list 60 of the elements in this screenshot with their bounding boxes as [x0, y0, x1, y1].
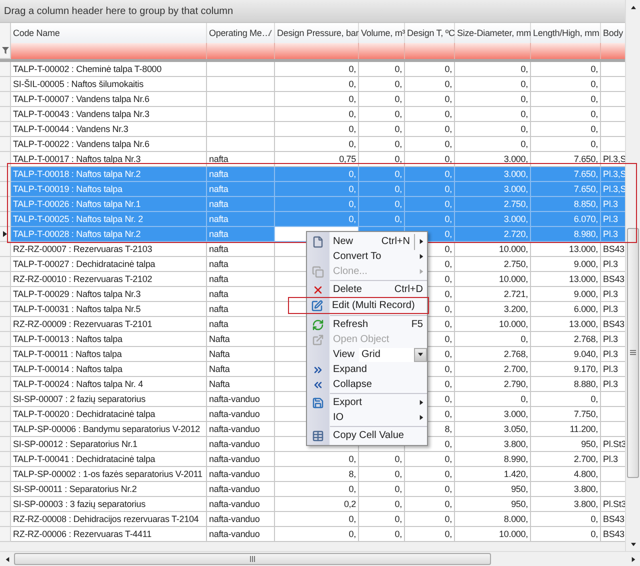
column-header[interactable]: Design Pressure, bar	[275, 23, 359, 43]
scroll-thumb[interactable]	[14, 553, 491, 565]
grip-icon	[630, 350, 636, 356]
delete-icon	[312, 284, 324, 296]
window-icon	[312, 334, 324, 346]
scroll-thumb[interactable]	[627, 228, 639, 478]
table-row[interactable]: SI-SP-00011 : Separatorius Nr.2 nafta-vanduo 0, 0, 0, 950, 3.800,	[0, 482, 625, 497]
scroll-left-icon	[4, 556, 10, 562]
menu-label: View	[332, 349, 354, 360]
table-row[interactable]: TALP-T-00002 : Cheminė talpa T-8000 0, 0, 0, 0, 0,	[0, 62, 625, 77]
column-header[interactable]: Length/High, mm	[531, 23, 601, 43]
current-row-icon	[2, 231, 8, 237]
table-row[interactable]: TALP-T-00007 : Vandens talpa Nr.6 0, 0, 0, 0, 0,	[0, 92, 625, 107]
submenu-arrow-icon	[418, 400, 424, 405]
column-header[interactable]: Design T, ºC	[405, 23, 455, 43]
filter-cell[interactable]	[405, 43, 455, 59]
refresh-icon	[312, 318, 324, 330]
group-panel: Drag a column header here to group by that column	[0, 0, 625, 23]
submenu-arrow-icon	[418, 269, 424, 274]
table-row[interactable]: TALP-T-00044 : Vandens Nr.3 0, 0, 0, 0, 0,	[0, 122, 625, 137]
table-cell: 8.980,	[531, 227, 601, 242]
filter-cell[interactable]	[455, 43, 531, 59]
filter-cell[interactable]	[601, 43, 626, 59]
horizontal-scrollbar[interactable]	[0, 551, 640, 566]
scroll-down-icon	[630, 542, 636, 546]
table-row[interactable]: TALP-T-00043 : Vandens talpa Nr.3 0, 0, 0, 0, 0,	[0, 107, 625, 122]
submenu-arrow-icon	[418, 254, 424, 259]
table-icon	[312, 430, 324, 442]
filter-cell[interactable]	[359, 43, 405, 59]
filter-icon	[2, 47, 8, 54]
filter-cell[interactable]	[207, 43, 275, 59]
column-header[interactable]: Code Name	[11, 23, 207, 43]
table-cell: 2.720,	[455, 227, 531, 242]
floppy-icon	[312, 396, 324, 408]
dropdown-arrow-icon	[418, 352, 423, 357]
filter-cell[interactable]	[531, 43, 601, 59]
column-header[interactable]: Volume, m³	[359, 23, 405, 43]
submenu-arrow-icon	[418, 239, 424, 244]
submenu-arrow-icon	[418, 415, 424, 420]
filter-cell[interactable]	[275, 43, 359, 59]
table-row[interactable]: TALP-T-00041 : Dechidratacinė talpa nafta-vanduo 0, 0, 0, 8.990, 2.700, Pl.3	[0, 452, 625, 467]
view-select[interactable]: Grid	[358, 348, 427, 362]
sort-icon	[268, 30, 272, 36]
file-icon	[312, 236, 324, 248]
table-row[interactable]: RZ-RZ-00008 : Dehidracijos rezervuaras T-2104 nafta-vanduo 0, 0, 0, 8.000, 0, BS43	[0, 512, 625, 527]
column-header[interactable]: Operating Me…	[207, 23, 275, 43]
filter-cell[interactable]	[11, 43, 207, 59]
table-row[interactable]: TALP-T-00022 : Vandens talpa Nr.6 0, 0, 0, 0, 0,	[0, 137, 625, 152]
table-row[interactable]: TALP-SP-00002 : 1-os fazės separatorius V-2011 nafta-vanduo 8, 0, 0, 1.420, 4.800,	[0, 467, 625, 482]
scroll-up-icon	[630, 4, 636, 10]
scroll-right-icon	[630, 556, 636, 562]
copy-icon	[312, 266, 324, 278]
pencil-icon	[311, 300, 323, 312]
column-header[interactable]: Size-Diameter, mm	[455, 23, 531, 43]
table-row[interactable]: SI-ŠIL-00005 : Naftos šilumokaitis 0, 0, 0, 0, 0,	[0, 77, 625, 92]
table-row[interactable]: TALP-T-00017 : Naftos talpa Nr.3 nafta 0,75 0, 0, 3.000, 7.650, Pl.3,S	[0, 152, 625, 167]
grip-icon	[250, 556, 256, 562]
table-row[interactable]: RZ-RZ-00006 : Rezervuaras T-4411 nafta-vanduo 0, 0, 0, 10.000, 0, BS43	[0, 527, 625, 542]
table-cell: TALP-T-00028 : Naftos talpa Nr.2	[11, 227, 207, 242]
vertical-scrollbar[interactable]	[625, 0, 640, 551]
